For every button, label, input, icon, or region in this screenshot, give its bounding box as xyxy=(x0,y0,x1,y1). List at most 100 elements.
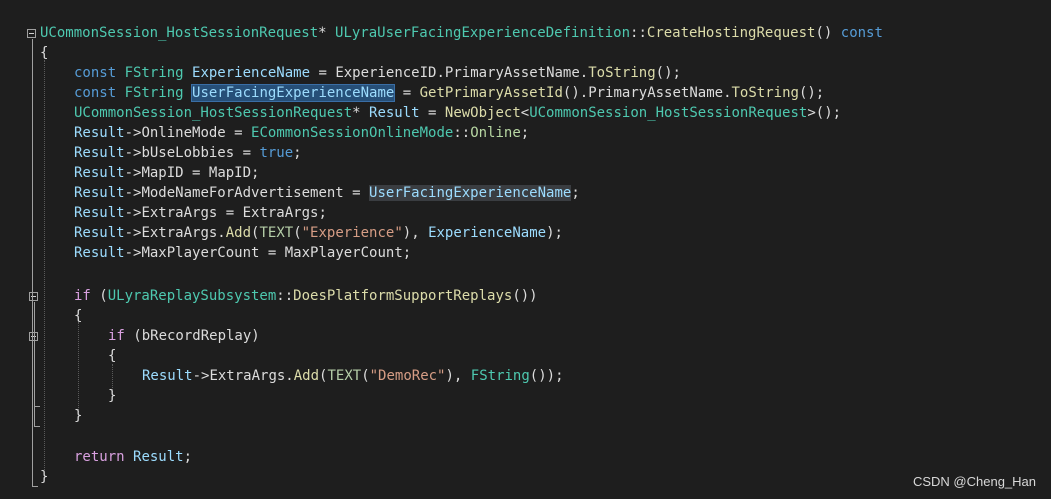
code-line-14[interactable]: if (ULyraReplaySubsystem::DoesPlatformSu… xyxy=(74,286,538,306)
token: } xyxy=(74,408,83,424)
token: PrimaryAssetName xyxy=(444,65,580,81)
code-line-7[interactable]: Result->bUseLobbies = true; xyxy=(74,143,302,163)
token: MaxPlayerCount xyxy=(284,245,403,261)
token: ( xyxy=(124,328,142,344)
token: Result xyxy=(133,449,184,465)
token: MapID xyxy=(208,165,252,181)
token: () xyxy=(815,25,841,41)
code-line-2[interactable]: { xyxy=(40,43,48,63)
token: PrimaryAssetName xyxy=(588,85,724,101)
token: = xyxy=(394,85,420,101)
token: ; xyxy=(520,125,530,141)
code-line-18[interactable]: Result->ExtraArgs.Add(TEXT("DemoRec"), F… xyxy=(142,366,564,386)
token: FString xyxy=(124,65,193,81)
code-line-22[interactable]: return Result; xyxy=(74,447,192,467)
token: . xyxy=(217,225,226,241)
token: NewObject xyxy=(444,105,521,121)
token: ; xyxy=(183,449,193,465)
token: const xyxy=(74,85,125,101)
token: FString xyxy=(124,85,193,101)
code-line-4[interactable]: const FString UserFacingExperienceName =… xyxy=(74,83,824,103)
token: MapID xyxy=(141,165,184,181)
code-line-20[interactable]: } xyxy=(74,406,82,426)
token: ECommonSessionOnlineMode xyxy=(251,125,454,141)
code-line-6[interactable]: Result->OnlineMode = ECommonSessionOnlin… xyxy=(74,123,529,143)
outline-guide xyxy=(34,302,35,426)
token: { xyxy=(40,45,49,61)
token: ( xyxy=(293,225,302,241)
token: ExtraArgs xyxy=(141,225,218,241)
token: Add xyxy=(225,225,252,241)
token: ExtraArgs xyxy=(242,205,319,221)
selected-identifier[interactable]: UserFacingExperienceName xyxy=(191,84,396,102)
code-line-12[interactable]: Result->MaxPlayerCount = MaxPlayerCount; xyxy=(74,243,411,263)
token: bUseLobbies xyxy=(141,145,235,161)
token: Result xyxy=(369,105,420,121)
token: -> xyxy=(124,225,142,241)
token: -> xyxy=(124,205,142,221)
code-line-15[interactable]: { xyxy=(74,306,82,326)
code-line-9[interactable]: Result->ModeNameForAdvertisement = UserF… xyxy=(74,183,580,203)
token: < xyxy=(520,105,530,121)
token: if xyxy=(108,328,125,344)
code-line-17[interactable]: { xyxy=(108,346,116,366)
token: ExtraArgs xyxy=(141,205,218,221)
code-line-5[interactable]: UCommonSession_HostSessionRequest* Resul… xyxy=(74,103,841,123)
token: Add xyxy=(293,368,320,384)
token: (); xyxy=(655,65,681,81)
outline-guide-end xyxy=(34,426,40,427)
token: DoesPlatformSupportReplays xyxy=(293,288,513,304)
code-line-11[interactable]: Result->ExtraArgs.Add(TEXT("Experience")… xyxy=(74,223,563,243)
token: FString xyxy=(470,368,530,384)
token: ), xyxy=(445,368,471,384)
token: const xyxy=(74,65,125,81)
token: ); xyxy=(546,225,563,241)
token: } xyxy=(40,469,49,485)
token: } xyxy=(108,388,117,404)
token: ExtraArgs xyxy=(209,368,286,384)
token: ; xyxy=(293,145,302,161)
code-line-16[interactable]: if (bRecordReplay) xyxy=(108,326,260,346)
code-line-23[interactable]: } xyxy=(40,467,48,487)
code-editor[interactable]: UCommonSession_HostSessionRequest* ULyra… xyxy=(0,0,1051,499)
token: "DemoRec" xyxy=(369,368,446,384)
token: UCommonSession_HostSessionRequest xyxy=(74,105,353,121)
code-line-8[interactable]: Result->MapID = MapID; xyxy=(74,163,259,183)
fold-toggle-icon[interactable] xyxy=(29,292,38,301)
token: if xyxy=(74,288,91,304)
token: OnlineMode xyxy=(141,125,226,141)
token: . xyxy=(436,65,445,81)
token: :: xyxy=(276,288,294,304)
token: . xyxy=(723,85,732,101)
outline-guide-end xyxy=(34,406,40,407)
token: = xyxy=(234,145,260,161)
token: TEXT xyxy=(327,368,362,384)
token: Result xyxy=(74,185,125,201)
token: ( xyxy=(361,368,370,384)
token: ()); xyxy=(529,368,564,384)
token: (); xyxy=(798,85,825,101)
fold-toggle-icon[interactable] xyxy=(27,29,36,38)
code-line-3[interactable]: const FString ExperienceName = Experienc… xyxy=(74,63,681,83)
reference-highlight[interactable]: UserFacingExperienceName xyxy=(369,185,572,201)
indent-guide xyxy=(78,322,79,412)
token: :: xyxy=(453,125,471,141)
token: = xyxy=(343,185,370,201)
token: (). xyxy=(562,85,589,101)
token: . xyxy=(285,368,294,384)
token: ToString xyxy=(731,85,799,101)
token: ModeNameForAdvertisement xyxy=(141,185,344,201)
token: Result xyxy=(74,125,125,141)
token: ExperienceName xyxy=(428,225,547,241)
token: bRecordReplay xyxy=(141,328,252,344)
token: -> xyxy=(124,245,142,261)
token: = xyxy=(183,165,209,181)
code-line-10[interactable]: Result->ExtraArgs = ExtraArgs; xyxy=(74,203,327,223)
token: -> xyxy=(124,125,142,141)
code-line-1[interactable]: UCommonSession_HostSessionRequest* ULyra… xyxy=(40,23,883,43)
code-line-19[interactable]: } xyxy=(108,386,116,406)
outline-guide xyxy=(32,39,33,486)
token: UCommonSession_HostSessionRequest xyxy=(40,25,319,41)
token: ULyraReplaySubsystem xyxy=(107,288,277,304)
token: = xyxy=(217,205,243,221)
